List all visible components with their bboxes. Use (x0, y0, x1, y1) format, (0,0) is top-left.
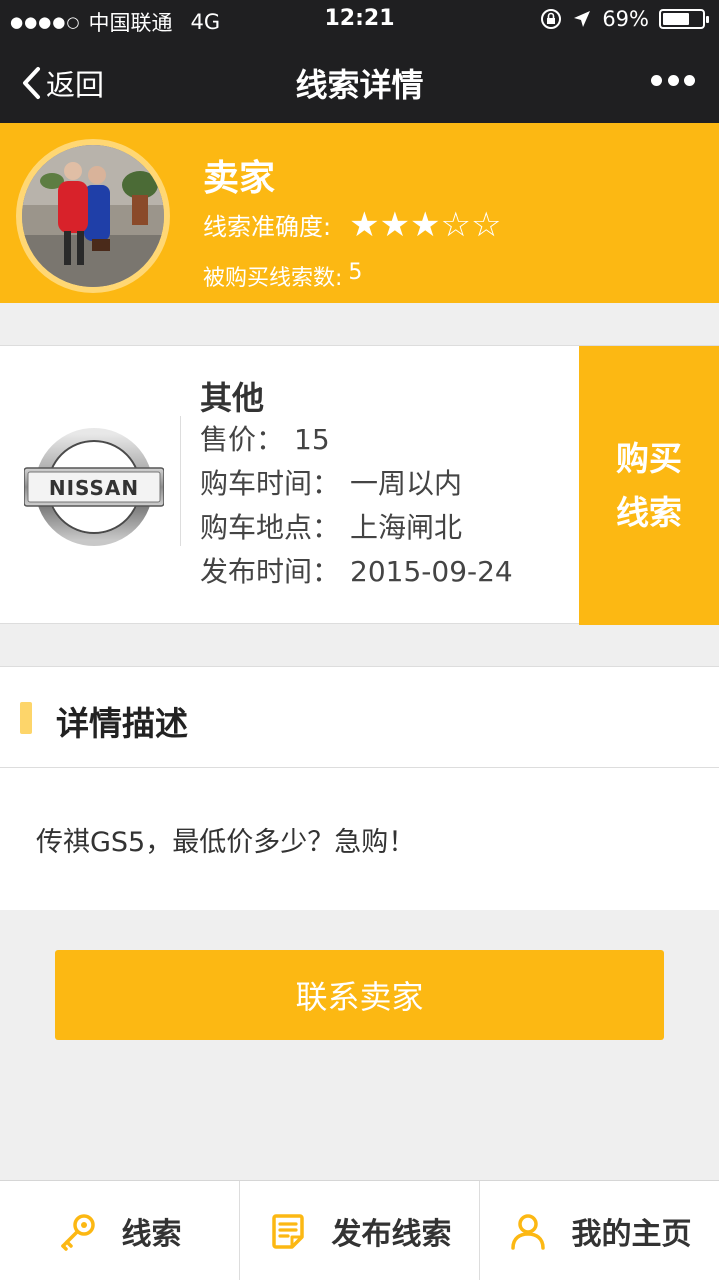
orientation-lock-icon (541, 9, 562, 29)
buy-lead-button[interactable]: 购买 线索 (579, 346, 719, 625)
lead-card: NISSAN 其他 售价： 15 购车时间： 一周以内 购车地点： 上海闸北 发… (0, 345, 719, 625)
detail-title: 详情描述 (56, 704, 188, 743)
page-title: 线索详情 (295, 66, 424, 104)
tab-leads-label: 线索 (121, 1216, 182, 1252)
logo-text: NISSAN (49, 476, 139, 500)
tab-my-homepage-label: 我的主页 (571, 1216, 692, 1252)
avatar-photo (22, 145, 164, 287)
navigation-bar: 返回 线索详情 (0, 40, 719, 123)
section-accent-bar (20, 702, 32, 734)
detail-text: 传祺GS5，最低价多少？急购！ (36, 827, 416, 858)
purchase-time-value: 一周以内 (350, 467, 463, 500)
buy-lead-label-line1: 购买 (616, 438, 682, 478)
purchased-count: 被购买线索数: 5 (203, 260, 362, 292)
accuracy-label: 线索准确度: (203, 213, 332, 241)
lead-brand: 其他 (200, 379, 265, 417)
seller-avatar[interactable] (16, 139, 170, 293)
info-row-location: 购车地点： 上海闸北 (200, 506, 513, 550)
tab-publish-lead-label: 发布线索 (331, 1216, 452, 1252)
tab-my-homepage[interactable]: 我的主页 (480, 1181, 719, 1280)
lead-info: 其他 售价： 15 购车时间： 一周以内 购车地点： 上海闸北 发布时间： 20… (200, 378, 513, 594)
buy-lead-label-line2: 线索 (616, 492, 682, 532)
purchased-value: 5 (348, 260, 363, 285)
more-dot-icon (667, 74, 679, 86)
user-icon (510, 1213, 545, 1250)
purchased-label: 被购买线索数: (203, 266, 343, 291)
nissan-logo: NISSAN (24, 428, 164, 546)
detail-section: 详情描述 传祺GS5，最低价多少？急购！ (0, 666, 719, 910)
info-row-price: 售价： 15 (200, 418, 513, 462)
more-options-button[interactable] (651, 66, 695, 94)
info-row-publish-time: 发布时间： 2015-09-24 (200, 550, 513, 594)
card-divider (180, 416, 181, 546)
battery-percent: 69% (602, 7, 649, 31)
contact-seller-label: 联系卖家 (295, 978, 424, 1016)
seller-banner: 卖家 线索准确度: ★★★☆☆ 被购买线索数: 5 (0, 123, 719, 303)
bottom-tab-bar: 线索 发布线索 我的主页 (0, 1180, 719, 1280)
battery-icon (659, 9, 709, 29)
publish-time-label: 发布时间： (200, 555, 341, 588)
tab-publish-lead[interactable]: 发布线索 (240, 1181, 480, 1280)
key-icon (60, 1213, 95, 1251)
location-value: 上海闸北 (350, 511, 463, 544)
publish-time-value: 2015-09-24 (350, 555, 513, 588)
location-label: 购车地点： (200, 511, 341, 544)
seller-accuracy: 线索准确度: ★★★☆☆ (203, 207, 502, 242)
more-dot-icon (651, 74, 662, 86)
purchase-time-label: 购车时间： (200, 467, 341, 500)
tab-leads[interactable]: 线索 (0, 1181, 240, 1280)
seller-name: 卖家 (203, 158, 276, 199)
location-arrow-icon (574, 11, 591, 27)
status-bar: ●●●●○ 中国联通 4G 12:21 69% (0, 0, 719, 40)
detail-header: 详情描述 (0, 667, 719, 768)
contact-seller-button[interactable]: 联系卖家 (55, 950, 664, 1040)
price-value: 15 (294, 423, 330, 456)
more-dot-icon (684, 74, 695, 86)
rating-stars: ★★★☆☆ (349, 204, 502, 245)
info-row-purchase-time: 购车时间： 一周以内 (200, 462, 513, 506)
document-edit-icon (271, 1213, 304, 1249)
price-label: 售价： (200, 423, 285, 456)
